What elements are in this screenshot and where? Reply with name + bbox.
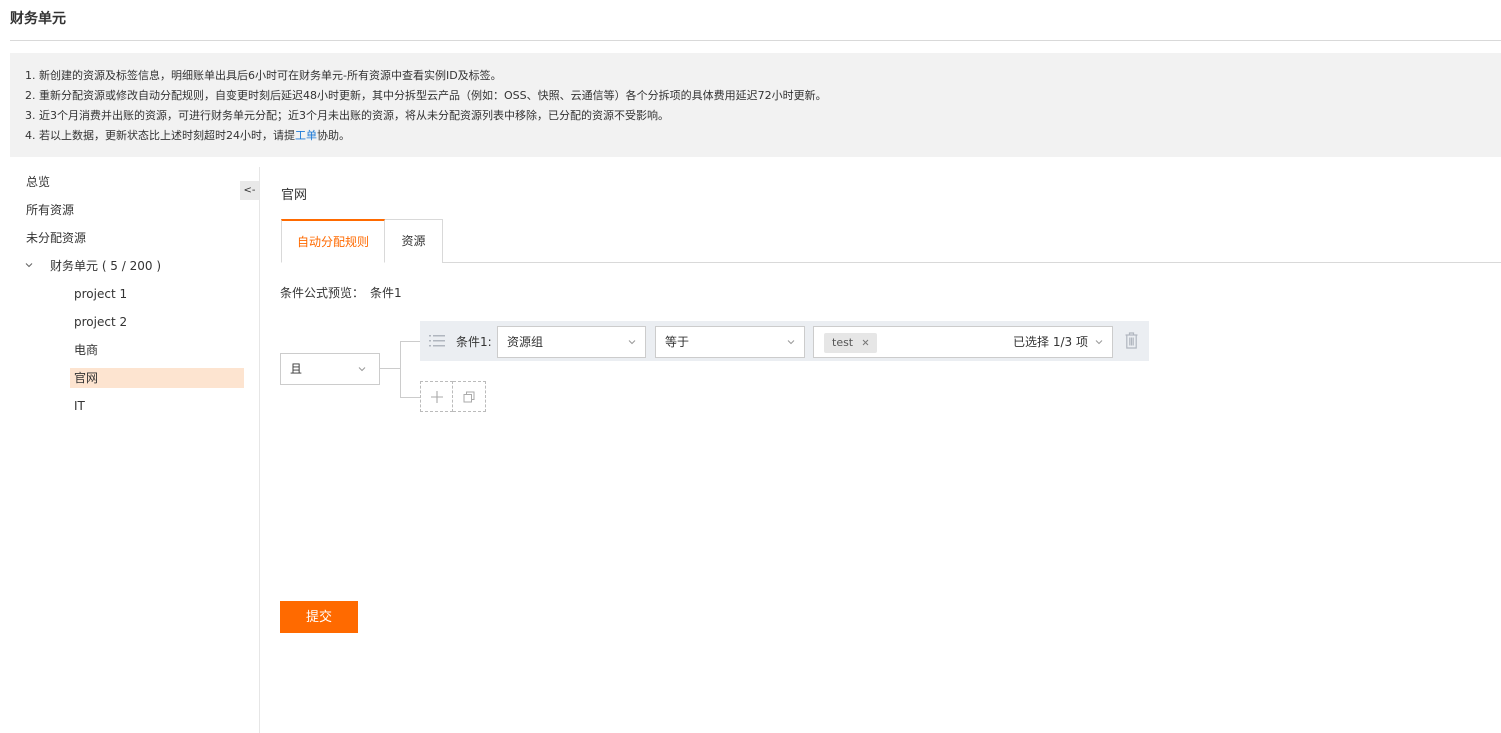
close-icon[interactable] [862, 339, 869, 346]
sidebar-group-finance-units[interactable]: 财务单元 ( 5 / 200 ) [50, 256, 161, 276]
condition-operator-select[interactable]: 等于 [655, 326, 805, 358]
notice-line-3: 3. 近3个月消费并出账的资源，可进行财务单元分配；近3个月未出账的资源，将从未… [25, 109, 669, 122]
sidebar-item-all-resources[interactable]: 所有资源 [26, 200, 74, 220]
value-tag-label: test [832, 336, 854, 349]
notice-line-1: 1. 新创建的资源及标签信息，明细账单出具后6小时可在财务单元-所有资源中查看实… [25, 69, 502, 82]
sidebar-item-official-site[interactable]: 官网 [70, 368, 244, 388]
sidebar: <- 总览 所有资源 未分配资源 财务单元 ( 5 / 200 ) projec… [10, 167, 260, 733]
tree-connector [400, 341, 420, 342]
tab-resources[interactable]: 资源 [385, 219, 443, 263]
sidebar-item-project-1[interactable]: project 1 [70, 284, 244, 304]
tree-connector [400, 397, 420, 398]
formula-value: 条件1 [370, 286, 402, 300]
chevron-down-icon [787, 340, 795, 345]
drag-handle-icon[interactable] [429, 334, 445, 348]
chevron-down-icon [1095, 340, 1103, 345]
copy-icon [463, 391, 475, 403]
tree-connector [400, 341, 401, 397]
submit-button[interactable]: 提交 [280, 601, 358, 633]
add-condition-button[interactable] [420, 381, 453, 412]
chevron-down-icon [358, 367, 366, 372]
ticket-link[interactable]: 工单 [295, 129, 317, 142]
condition-value-multiselect[interactable]: test 已选择 1/3 项 [813, 326, 1113, 358]
sidebar-item-it[interactable]: IT [70, 396, 244, 416]
trash-icon[interactable] [1125, 332, 1138, 349]
condition-row: 条件1: 资源组 等于 test 已选择 1/3 项 [420, 321, 1149, 361]
title-divider [10, 40, 1501, 41]
sidebar-item-ecommerce[interactable]: 电商 [70, 340, 244, 360]
value-tag: test [824, 333, 877, 353]
condition-field-select[interactable]: 资源组 [497, 326, 646, 358]
notice-panel: 1. 新创建的资源及标签信息，明细账单出具后6小时可在财务单元-所有资源中查看实… [10, 53, 1501, 157]
chevron-down-icon [628, 340, 636, 345]
logic-operator-value: 且 [290, 362, 303, 376]
tree-connector [380, 368, 400, 369]
sidebar-item-unassigned[interactable]: 未分配资源 [26, 228, 86, 248]
notice-line-2: 2. 重新分配资源或修改自动分配规则，自变更时刻后延迟48小时更新，其中分拆型云… [25, 89, 827, 102]
unit-title: 官网 [281, 188, 308, 203]
formula-label: 条件公式预览： [280, 286, 365, 300]
plus-icon [431, 391, 443, 403]
selected-count: 已选择 1/3 项 [1013, 335, 1088, 349]
sidebar-item-project-2[interactable]: project 2 [70, 312, 244, 332]
copy-condition-button[interactable] [453, 381, 486, 412]
notice-line-4-prefix: 4. 若以上数据，更新状态比上述时刻超时24小时，请提 [25, 129, 295, 142]
sidebar-item-overview[interactable]: 总览 [26, 172, 50, 192]
notice-line-4-suffix: 协助。 [317, 129, 350, 142]
tab-auto-allocation-rules[interactable]: 自动分配规则 [281, 219, 385, 263]
logic-operator-select[interactable]: 且 [280, 353, 380, 385]
tabs-divider [281, 262, 1501, 263]
collapse-sidebar-button[interactable]: <- [240, 181, 259, 200]
condition-operator-value: 等于 [665, 335, 690, 349]
chevron-down-icon[interactable] [24, 260, 34, 270]
notice-line-4: 4. 若以上数据，更新状态比上述时刻超时24小时，请提工单协助。 [25, 126, 1501, 146]
formula-preview: 条件公式预览： 条件1 [280, 284, 402, 301]
page-title: 财务单元 [10, 11, 66, 27]
condition-label: 条件1: [456, 335, 492, 349]
condition-field-value: 资源组 [507, 335, 544, 349]
